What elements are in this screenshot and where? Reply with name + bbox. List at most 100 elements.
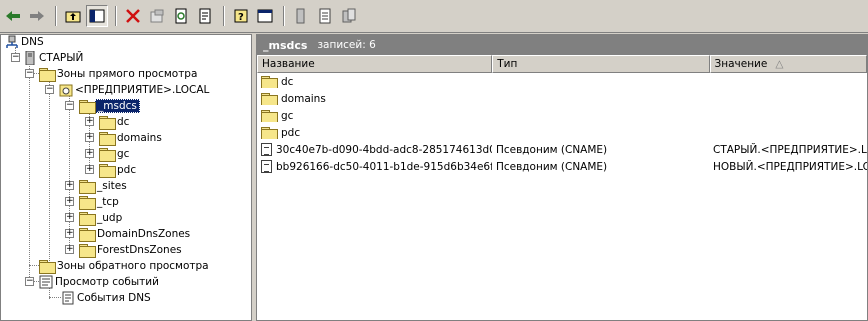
- expand-toggle[interactable]: +: [65, 181, 74, 190]
- column-value-label: Значение: [714, 58, 768, 70]
- back-button[interactable]: [2, 5, 24, 27]
- up-folder-icon: [65, 11, 81, 23]
- forward-arrow-icon: [30, 11, 44, 21]
- column-header: Название Тип Значение △: [257, 55, 867, 73]
- new-record-icon: [319, 8, 331, 24]
- records-list: dc domains gc pdc 30c40e7b-d090-4bdd-adc…: [257, 73, 867, 175]
- expand-toggle[interactable]: +: [65, 229, 74, 238]
- new-domain-button[interactable]: [338, 5, 360, 27]
- folder-icon: [79, 244, 96, 258]
- tree-label: domains: [117, 132, 162, 144]
- expand-toggle[interactable]: +: [65, 197, 74, 206]
- tree-node-dc[interactable]: dc: [99, 114, 131, 130]
- tree-node-msdcs[interactable]: _msdcs: [79, 98, 140, 114]
- folder-icon: [261, 109, 278, 122]
- tree-node-gc[interactable]: gc: [99, 146, 131, 162]
- expand-toggle[interactable]: +: [85, 133, 94, 142]
- console-tree[interactable]: DNS − СТАРЫЙ − Зоны прямого просмотра − …: [0, 34, 252, 321]
- new-record-button[interactable]: [314, 5, 336, 27]
- show-hide-tree-button[interactable]: [86, 5, 108, 27]
- list-item[interactable]: gc: [257, 107, 867, 124]
- record-type: Псевдоним (CNAME): [495, 160, 608, 173]
- expand-toggle[interactable]: +: [85, 149, 94, 158]
- tree-node-event-viewer[interactable]: Просмотр событий: [39, 274, 161, 290]
- tree-label: _tcp: [97, 196, 119, 208]
- tree-node-tcp[interactable]: _tcp: [79, 194, 121, 210]
- new-host-button[interactable]: [290, 5, 312, 27]
- record-count: записей: 6: [317, 39, 376, 51]
- console-window-icon: [257, 9, 273, 23]
- up-one-level-button[interactable]: [62, 5, 84, 27]
- column-value[interactable]: Значение △: [709, 55, 867, 73]
- tree-node-zone[interactable]: <ПРЕДПРИЯТИЕ>.LOCAL: [59, 82, 211, 98]
- event-viewer-icon: [39, 275, 53, 289]
- delete-button[interactable]: [122, 5, 144, 27]
- record-name: bb926166-dc50-4011-b1de-915d6b34e6fb: [276, 160, 492, 173]
- tree-label: gc: [117, 148, 130, 160]
- record-value: НОВЫЙ.<ПРЕДПРИЯТИЕ>.LOCAL: [713, 160, 867, 173]
- expand-toggle[interactable]: +: [85, 165, 94, 174]
- event-log-icon: [62, 291, 74, 305]
- list-item[interactable]: domains: [257, 90, 867, 107]
- sort-ascending-icon: △: [775, 58, 784, 70]
- tree-node-forward-zones[interactable]: Зоны прямого просмотра: [39, 66, 199, 82]
- tree-label: dc: [117, 116, 130, 128]
- forward-button[interactable]: [26, 5, 48, 27]
- tree-connector: [29, 265, 39, 266]
- refresh-button[interactable]: [170, 5, 192, 27]
- expand-toggle[interactable]: +: [85, 117, 94, 126]
- help-button[interactable]: ?: [230, 5, 252, 27]
- tree-connector: [29, 63, 30, 281]
- folder-icon: [261, 75, 278, 88]
- tree-label: <ПРЕДПРИЯТИЕ>.LOCAL: [75, 84, 210, 96]
- record-value: СТАРЫЙ.<ПРЕДПРИЯТИЕ>.LOCAL: [713, 143, 867, 156]
- collapse-toggle[interactable]: −: [45, 85, 54, 94]
- collapse-toggle[interactable]: −: [25, 277, 34, 286]
- toolbar-separator: [283, 6, 285, 26]
- collapse-toggle[interactable]: −: [25, 69, 34, 78]
- expand-toggle[interactable]: +: [65, 213, 74, 222]
- list-item[interactable]: pdc: [257, 124, 867, 141]
- tree-label: СТАРЫЙ: [39, 52, 84, 64]
- collapse-toggle[interactable]: −: [11, 53, 20, 62]
- export-list-button[interactable]: [194, 5, 216, 27]
- tree-connector: [49, 297, 61, 298]
- zone-icon: [59, 84, 73, 97]
- tree-node-reverse-zones[interactable]: Зоны обратного просмотра: [39, 258, 211, 274]
- folder-icon: [79, 228, 96, 242]
- tree-node-pdc[interactable]: pdc: [99, 162, 138, 178]
- record-name: 30c40e7b-d090-4bdd-adc8-285174613d02: [276, 143, 492, 156]
- list-item[interactable]: dc: [257, 73, 867, 90]
- record-icon: [261, 160, 272, 173]
- console-window-button[interactable]: [254, 5, 276, 27]
- tree-node-dns[interactable]: DNS: [5, 35, 46, 50]
- folder-icon: [261, 92, 278, 105]
- column-type[interactable]: Тип: [492, 55, 710, 73]
- column-name[interactable]: Название: [257, 55, 493, 73]
- tree-node-domaindnszones[interactable]: DomainDnsZones: [79, 226, 192, 242]
- show-hide-tree-icon: [89, 9, 105, 23]
- svg-text:?: ?: [238, 12, 244, 23]
- tree-label: DomainDnsZones: [97, 228, 191, 240]
- dns-icon: [6, 35, 18, 48]
- folder-icon: [39, 68, 56, 82]
- tree-node-udp[interactable]: _udp: [79, 210, 124, 226]
- properties-button[interactable]: [146, 5, 168, 27]
- tree-node-domains[interactable]: domains: [99, 130, 164, 146]
- item-name: gc: [281, 109, 294, 122]
- expand-toggle[interactable]: +: [65, 245, 74, 254]
- folder-icon: [99, 164, 116, 178]
- tree-node-forestdnszones[interactable]: ForestDnsZones: [79, 242, 184, 258]
- tree-node-sites[interactable]: _sites: [79, 178, 129, 194]
- record-row[interactable]: bb926166-dc50-4011-b1de-915d6b34e6fb Псе…: [257, 158, 867, 175]
- folder-icon: [99, 116, 116, 130]
- collapse-toggle[interactable]: −: [65, 101, 74, 110]
- help-icon: ?: [234, 9, 248, 23]
- properties-icon: [150, 9, 164, 23]
- record-row[interactable]: 30c40e7b-d090-4bdd-adc8-285174613d02 Псе…: [257, 141, 867, 158]
- toolbar: ?: [0, 0, 868, 33]
- item-name: domains: [281, 92, 326, 105]
- tree-node-dns-events[interactable]: События DNS: [61, 290, 153, 306]
- server-icon: [25, 51, 35, 65]
- tree-node-server[interactable]: СТАРЫЙ: [23, 50, 85, 66]
